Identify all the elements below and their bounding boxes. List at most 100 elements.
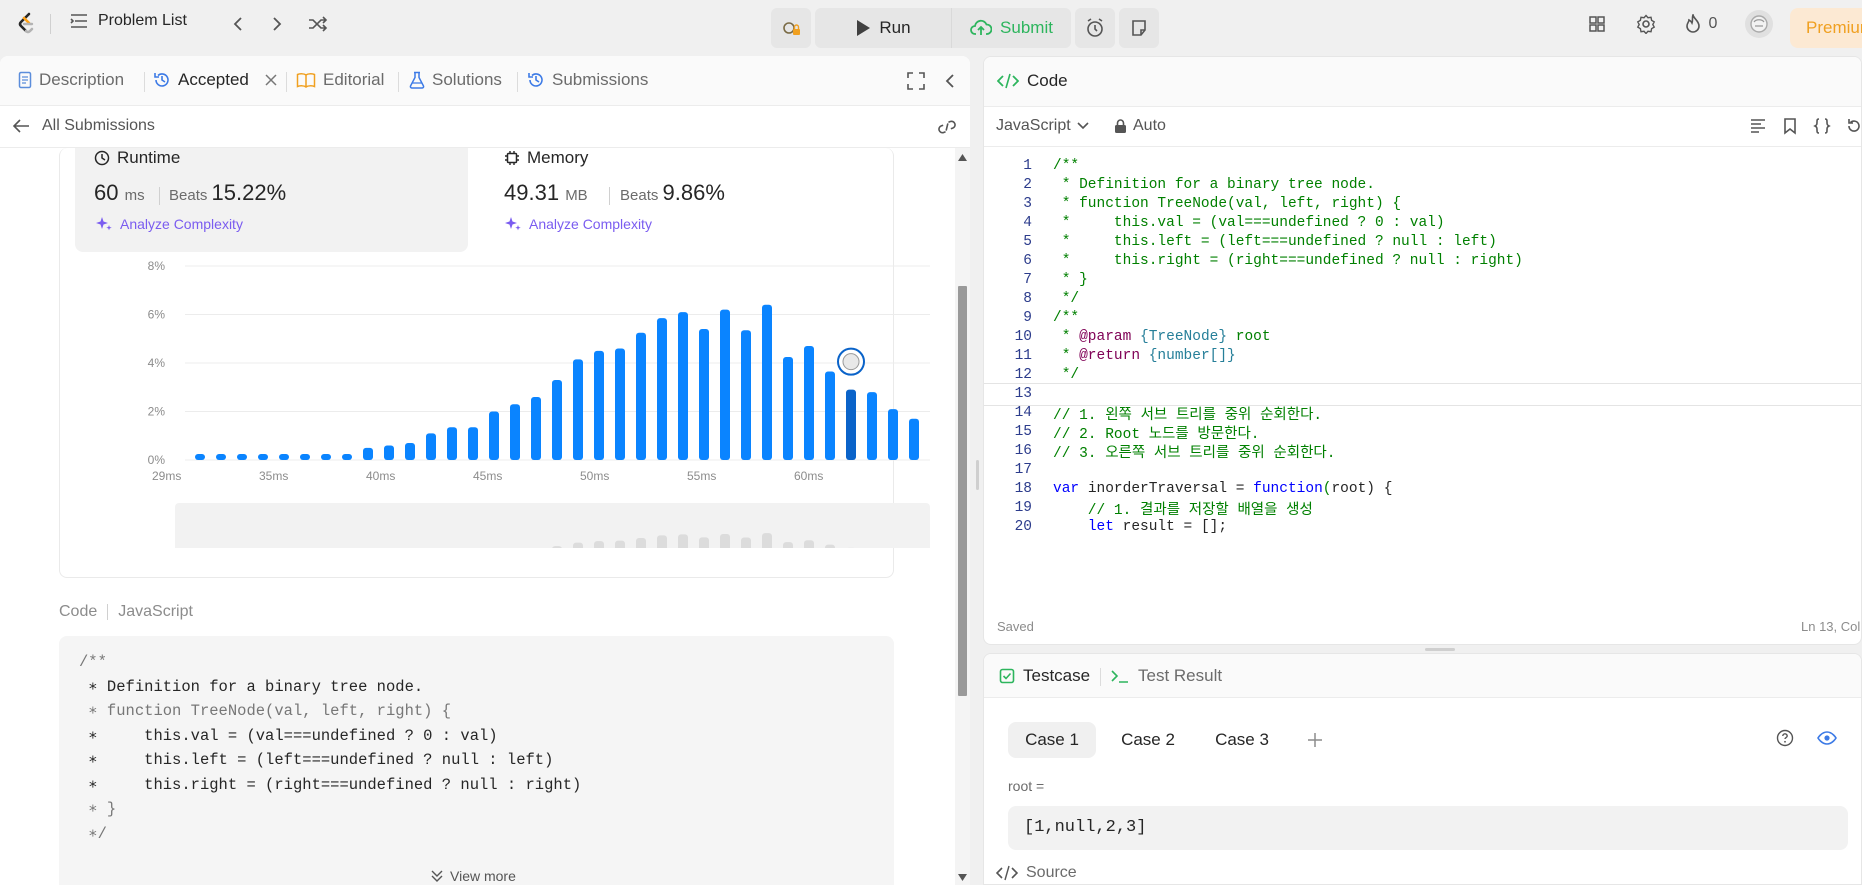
bookmark-icon[interactable]	[1781, 117, 1799, 135]
scroll-down-arrow-icon[interactable]	[958, 874, 967, 881]
code-section-label: Code	[59, 603, 98, 620]
submission-detail-scroll[interactable]: Runtime 60 ms Beats 15.22% Analyze Compl…	[0, 148, 955, 885]
divider	[159, 187, 160, 205]
divider	[286, 72, 287, 92]
tab-accepted[interactable]: Accepted	[153, 70, 278, 90]
line-text: */	[1053, 291, 1080, 308]
problem-list-button[interactable]: Problem List	[70, 12, 187, 30]
left-scrollbar[interactable]	[955, 148, 970, 885]
chart-bar	[888, 409, 898, 460]
chart-y-tick-label: 0%	[148, 453, 166, 467]
memory-analyze-complexity-button[interactable]: Analyze Complexity	[505, 216, 652, 232]
eye-icon[interactable]	[1817, 730, 1837, 746]
tab-testcase[interactable]: Testcase	[999, 666, 1090, 686]
next-problem-button[interactable]	[265, 12, 289, 36]
auto-mode-label: Auto	[1133, 117, 1166, 134]
tab-accepted-label: Accepted	[178, 70, 249, 89]
code-line: ∗ Definition for a binary tree node.	[79, 677, 424, 696]
line-number: 17	[1014, 462, 1032, 479]
code-line: ∗ this.right = (right===undefined ? null…	[79, 775, 582, 794]
prev-problem-button[interactable]	[226, 12, 250, 36]
avatar[interactable]	[1745, 10, 1773, 38]
tab-submissions[interactable]: Submissions	[527, 70, 648, 90]
terminal-icon	[1111, 670, 1128, 683]
tab-solutions[interactable]: Solutions	[409, 70, 502, 90]
leetcode-logo-icon[interactable]	[12, 10, 40, 38]
debug-button[interactable]	[771, 8, 811, 48]
fullscreen-icon[interactable]	[907, 72, 925, 90]
horizontal-resize-handle[interactable]	[1425, 648, 1455, 651]
layout-button[interactable]	[1585, 12, 1609, 36]
memory-beats-value: 9.86%	[662, 180, 725, 205]
link-icon[interactable]	[937, 119, 957, 135]
case-3-tab[interactable]: Case 3	[1200, 722, 1284, 758]
language-select[interactable]: JavaScript	[996, 117, 1089, 135]
close-icon[interactable]	[264, 73, 278, 87]
premium-button[interactable]: Premium	[1790, 8, 1862, 48]
code-editor[interactable]: 1 /** 2 * Definition for a binary tree nod…	[984, 155, 1861, 595]
reset-icon[interactable]	[1845, 117, 1862, 135]
chart-x-tick-label: 40ms	[366, 469, 395, 483]
curly-braces-icon[interactable]	[1813, 117, 1831, 135]
line-text: * this.right = (right===undefined ? null…	[1053, 253, 1523, 270]
chart-bar	[762, 304, 772, 460]
line-text: let result = [];	[1087, 519, 1228, 536]
language-select-value: JavaScript	[996, 117, 1071, 134]
overview-bar	[615, 540, 625, 548]
source-label: Source	[1026, 864, 1077, 881]
runtime-analyze-complexity-button[interactable]: Analyze Complexity	[96, 216, 243, 232]
add-case-icon[interactable]	[1307, 732, 1323, 748]
line-text: */	[1053, 367, 1080, 384]
random-problem-button[interactable]	[306, 12, 330, 36]
submit-button[interactable]: Submit	[951, 8, 1071, 48]
chart-bar	[825, 371, 835, 460]
memory-unit: MB	[565, 187, 588, 204]
timer-button[interactable]	[1075, 8, 1115, 48]
view-more-button[interactable]: View more	[430, 868, 516, 884]
scroll-thumb[interactable]	[958, 286, 967, 696]
vertical-resize-handle[interactable]	[976, 460, 979, 490]
chart-y-tick-label: 8%	[148, 259, 166, 273]
format-icon[interactable]	[1749, 117, 1767, 135]
chart-bar	[489, 411, 499, 460]
chart-overview-brush[interactable]	[175, 503, 930, 548]
submitted-code-block[interactable]: /** ∗ Definition for a binary tree node.…	[59, 636, 894, 885]
divider	[517, 72, 518, 92]
code-line: ∗/	[79, 824, 107, 843]
arrow-left-icon	[12, 119, 29, 133]
tab-description[interactable]: Description	[18, 70, 124, 90]
all-submissions-label: All Submissions	[42, 117, 155, 134]
help-icon[interactable]	[1776, 729, 1794, 747]
chart-x-tick-label: 29ms	[152, 469, 181, 483]
code-panel-header: Code	[984, 57, 1861, 107]
code-line: ∗ }	[79, 800, 117, 818]
chart-bar	[615, 348, 625, 460]
run-label: Run	[879, 18, 911, 37]
chart-bar	[909, 418, 919, 460]
tab-test-result[interactable]: Test Result	[1110, 666, 1222, 686]
back-to-all-submissions[interactable]: All Submissions	[12, 117, 155, 135]
testcase-panel: Testcase Test Result Case 1 Case 2 Case …	[983, 653, 1862, 885]
code-line: ∗ this.val = (val===undefined ? 0 : val)	[79, 726, 498, 745]
runtime-distribution-chart[interactable]: 0% 2% 4% 6% 8% 29ms 29ms 35ms 35ms 40ms 40ms 45ms 45…	[130, 248, 930, 548]
streak-counter[interactable]: 0	[1681, 12, 1721, 36]
auto-mode-toggle[interactable]: Auto	[1114, 117, 1166, 135]
case-2-tab[interactable]: Case 2	[1106, 722, 1190, 758]
overview-bar	[720, 533, 730, 548]
run-button[interactable]: Run	[815, 8, 951, 48]
collapse-panel-icon[interactable]	[944, 73, 956, 89]
top-bar: Problem List Run Submit 0 Premiu	[0, 0, 1862, 48]
chevron-right-icon	[273, 17, 282, 31]
root-param-input[interactable]: [1,null,2,3]	[1008, 806, 1848, 850]
tab-editorial[interactable]: Editorial	[296, 70, 384, 90]
line-number: 8	[1023, 291, 1032, 308]
settings-button[interactable]	[1634, 12, 1658, 36]
case-1-tab[interactable]: Case 1	[1008, 722, 1096, 758]
editor-line[interactable]: 20 let result = [];	[984, 516, 1861, 539]
line-number: 9	[1023, 310, 1032, 327]
source-toggle[interactable]: Source	[996, 864, 1077, 882]
notes-button[interactable]	[1119, 8, 1159, 48]
line-number: 4	[1023, 215, 1032, 232]
scroll-up-arrow-icon[interactable]	[958, 154, 967, 161]
code-brackets-icon	[997, 73, 1019, 89]
